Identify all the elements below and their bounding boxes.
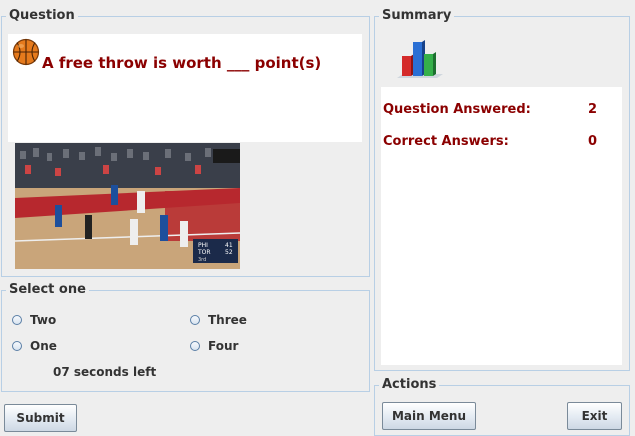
question-image: PHI 41 TOR 52 3rd [15, 143, 240, 269]
svg-text:52: 52 [225, 249, 233, 256]
radio-icon[interactable] [190, 315, 200, 325]
svg-text:3rd: 3rd [198, 257, 206, 263]
option-one-label: One [30, 339, 57, 353]
questions-answered-value: 2 [588, 102, 598, 117]
countdown-timer: 07 seconds left [53, 365, 157, 379]
svg-text:TOR: TOR [197, 249, 211, 256]
main-menu-button[interactable]: Main Menu [382, 402, 476, 430]
option-two[interactable]: Two [12, 313, 56, 327]
option-three-label: Three [208, 313, 247, 327]
option-four[interactable]: Four [190, 339, 238, 353]
question-text: A free throw is worth ___ point(s) [42, 54, 322, 72]
correct-answers-value: 0 [588, 134, 598, 149]
question-area: A free throw is worth ___ point(s) [8, 34, 362, 142]
radio-icon[interactable] [190, 341, 200, 351]
option-two-label: Two [30, 313, 57, 327]
summary-legend: Summary [379, 8, 455, 24]
actions-legend: Actions [379, 377, 440, 393]
svg-text:PHI: PHI [198, 242, 208, 249]
radio-icon[interactable] [12, 341, 22, 351]
option-one[interactable]: One [12, 339, 57, 353]
exit-button[interactable]: Exit [567, 402, 622, 430]
summary-area [381, 87, 622, 365]
correct-answers-label: Correct Answers: [383, 134, 509, 149]
questions-answered-label: Question Answered: [383, 102, 531, 117]
option-four-label: Four [208, 339, 239, 353]
option-three[interactable]: Three [190, 313, 247, 327]
basketball-icon [12, 38, 40, 66]
radio-icon[interactable] [12, 315, 22, 325]
svg-text:41: 41 [225, 242, 233, 249]
question-legend: Question [6, 8, 78, 24]
bar-chart-icon [397, 40, 443, 78]
submit-button[interactable]: Submit [4, 404, 77, 432]
select-legend: Select one [6, 282, 89, 298]
